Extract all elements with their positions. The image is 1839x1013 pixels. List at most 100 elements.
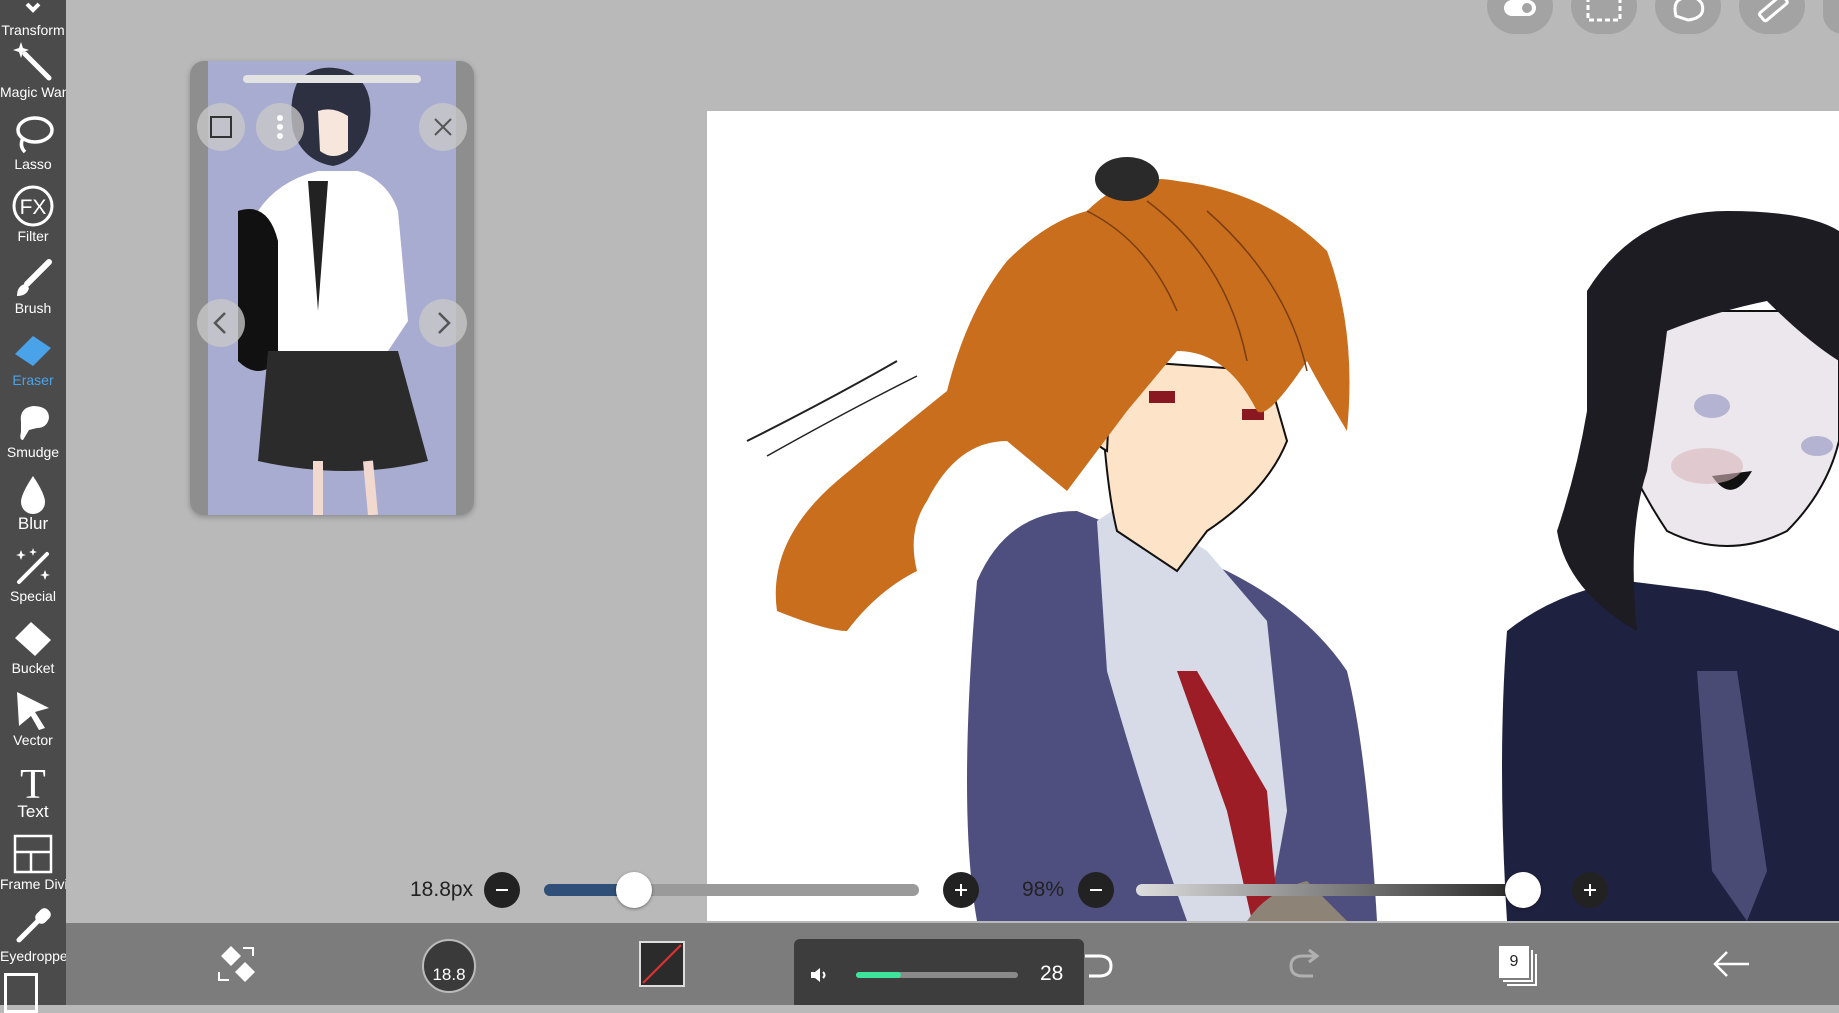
brush-size-decrease-button[interactable] xyxy=(484,872,520,908)
lasso-select-icon xyxy=(1673,0,1705,22)
reference-menu-button[interactable] xyxy=(256,103,304,151)
brush-size-slider-thumb[interactable] xyxy=(616,872,652,908)
transform-icon xyxy=(25,2,41,13)
ruler-icon xyxy=(1758,0,1789,23)
tool-eyedropper[interactable]: Eyedropper xyxy=(0,900,66,972)
undo-button[interactable] xyxy=(1076,941,1130,987)
volume-slider-fill xyxy=(856,972,902,978)
undo-icon xyxy=(1085,954,1113,978)
more-top-button[interactable] xyxy=(1823,0,1839,34)
plus-icon xyxy=(1584,884,1596,896)
tool-smudge[interactable]: Smudge xyxy=(0,396,66,468)
blur-drop-icon xyxy=(21,476,45,514)
tool-label: Lasso xyxy=(14,156,52,172)
tool-label: Frame Divider xyxy=(0,876,66,892)
lasso-select-button[interactable] xyxy=(1655,0,1721,34)
special-wand-icon xyxy=(16,548,50,584)
ruler-button[interactable] xyxy=(1739,0,1805,34)
tool-brush[interactable]: Brush xyxy=(0,252,66,324)
volume-slider[interactable] xyxy=(856,972,1018,978)
tool-bucket[interactable]: Bucket xyxy=(0,612,66,684)
reference-prev-button[interactable] xyxy=(197,299,245,347)
layer-count: 9 xyxy=(1497,944,1531,980)
drawing-canvas[interactable] xyxy=(707,111,1839,921)
svg-text:T: T xyxy=(20,762,46,804)
selection-button[interactable] xyxy=(1571,0,1637,34)
opacity-value: 98% xyxy=(1022,878,1065,901)
eyedropper-icon xyxy=(16,908,51,943)
toggle-icon xyxy=(1504,0,1536,16)
back-arrow-icon xyxy=(1713,951,1749,977)
tool-label: Filter xyxy=(17,228,49,244)
brush-size-preview-value: 18.8 xyxy=(432,965,466,984)
tool-label: Vector xyxy=(13,732,53,748)
reference-next-button[interactable] xyxy=(419,299,467,347)
vector-arrow-icon xyxy=(17,692,49,730)
layers-icon: 9 xyxy=(1497,944,1539,988)
next-tool-icon[interactable] xyxy=(4,973,38,1013)
volume-value: 28 xyxy=(1040,962,1064,985)
selection-rect-icon xyxy=(1586,0,1622,22)
tool-label: Smudge xyxy=(6,444,60,460)
redo-icon xyxy=(1289,948,1320,978)
volume-popup: 28 xyxy=(794,939,1084,1005)
more-vertical-icon xyxy=(277,115,283,139)
brush-size-slider[interactable] xyxy=(544,872,919,908)
layers-button[interactable]: 9 xyxy=(1490,937,1544,991)
minus-icon xyxy=(496,889,508,891)
lasso-icon xyxy=(16,116,54,154)
tool-magic-wand[interactable]: Magic Wand xyxy=(0,36,66,108)
redo-button[interactable] xyxy=(1272,941,1326,987)
tool-label: Bucket xyxy=(11,660,55,676)
fx-icon: FX xyxy=(12,185,54,227)
text-icon: T xyxy=(20,762,46,804)
chevron-right-icon xyxy=(438,312,451,334)
back-button[interactable] xyxy=(1704,939,1758,989)
tool-label: Eyedropper xyxy=(0,948,66,964)
brush-size-value: 18.8px xyxy=(410,878,474,901)
brush-size-increase-button[interactable] xyxy=(943,872,979,908)
tool-lasso[interactable]: Lasso xyxy=(0,108,66,180)
drag-handle[interactable] xyxy=(243,75,421,83)
magic-wand-icon xyxy=(13,42,52,81)
reference-window[interactable] xyxy=(190,61,474,515)
brush-icon xyxy=(17,259,52,296)
swap-tool-icon xyxy=(218,946,255,982)
minus-icon xyxy=(1090,889,1102,891)
square-icon xyxy=(210,116,232,138)
reference-square-button[interactable] xyxy=(197,103,245,151)
opacity-slider[interactable] xyxy=(1136,872,1542,908)
tool-label: Magic Wand xyxy=(0,84,66,100)
tool-eraser[interactable]: Eraser xyxy=(0,324,66,396)
close-icon xyxy=(434,118,452,136)
eraser-icon xyxy=(15,336,51,366)
reference-close-button[interactable] xyxy=(419,103,467,151)
tool-label: Text xyxy=(17,804,49,820)
bucket-icon xyxy=(15,622,51,656)
color-swatch-button[interactable] xyxy=(639,941,685,987)
tool-filter[interactable]: FX Filter xyxy=(0,180,66,252)
frame-divider-icon xyxy=(13,834,53,874)
tool-text[interactable]: T Text xyxy=(0,756,66,828)
tool-sidebar: Transform Magic Wand Lasso FX Filter Bru… xyxy=(0,0,66,1013)
svg-text:FX: FX xyxy=(20,196,47,219)
plus-icon xyxy=(955,884,967,896)
toggle-button[interactable] xyxy=(1487,0,1553,34)
tool-label: Special xyxy=(10,588,56,604)
tool-frame-divider[interactable]: Frame Divider xyxy=(0,828,66,900)
tool-label: Blur xyxy=(17,516,49,532)
opacity-increase-button[interactable] xyxy=(1572,872,1608,908)
chevron-left-icon xyxy=(213,312,226,334)
canvas-artwork xyxy=(746,157,1839,921)
swap-tool-button[interactable] xyxy=(210,937,264,991)
character-right xyxy=(1502,211,1839,921)
opacity-slider-thumb[interactable] xyxy=(1505,872,1542,908)
color-swatch-icon xyxy=(642,944,682,984)
tool-blur[interactable]: Blur xyxy=(0,468,66,540)
brush-size-preview-button[interactable]: 18.8 xyxy=(422,939,476,993)
smudge-icon xyxy=(20,406,49,440)
opacity-decrease-button[interactable] xyxy=(1078,872,1114,908)
tool-special[interactable]: Special xyxy=(0,540,66,612)
tool-vector[interactable]: Vector xyxy=(0,684,66,756)
tool-label: Eraser xyxy=(12,372,54,388)
